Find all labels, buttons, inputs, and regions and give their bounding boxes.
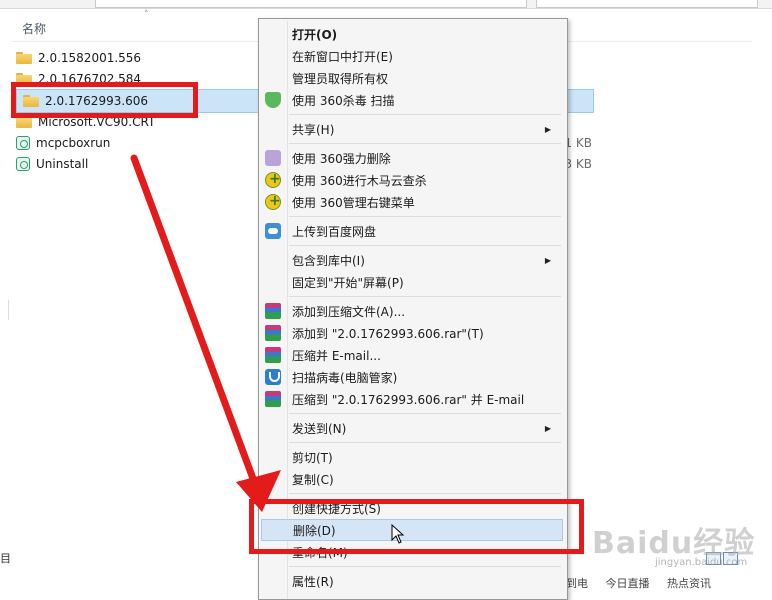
mouse-cursor-icon: [391, 524, 405, 544]
arrow-shaft: [130, 154, 262, 496]
annotation-arrow: [130, 154, 281, 512]
arrow-head: [236, 470, 281, 512]
